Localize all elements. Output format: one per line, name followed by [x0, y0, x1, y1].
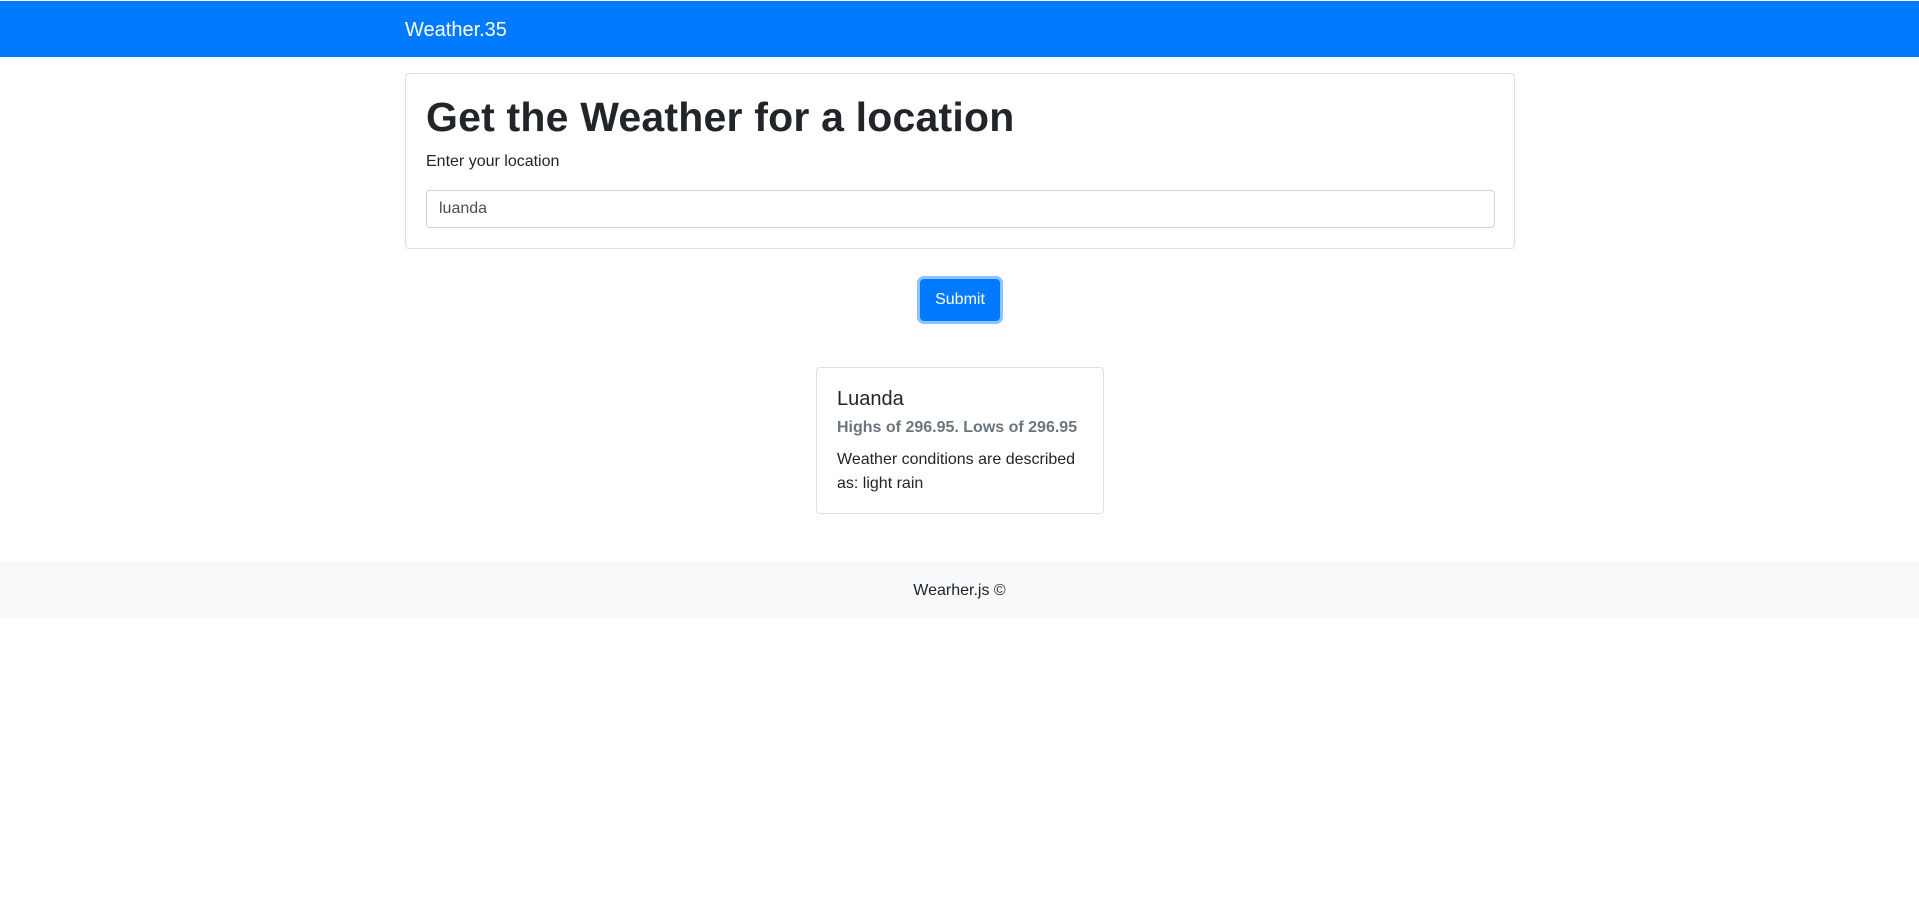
- footer-text: Wearher.js ©: [913, 582, 1006, 599]
- weather-result-card: Luanda Highs of 296.95. Lows of 296.95 W…: [816, 367, 1104, 514]
- weather-description: Weather conditions are described as: lig…: [837, 451, 1076, 492]
- brand-link[interactable]: Weather.35: [405, 1, 507, 57]
- temperature-range: Highs of 296.95. Lows of 296.95: [837, 419, 1078, 436]
- page-title: Get the Weather for a location: [426, 94, 1015, 140]
- footer: Wearher.js ©: [0, 562, 1919, 618]
- location-input[interactable]: [426, 190, 1495, 228]
- top-navbar: Weather.35: [0, 1, 1919, 57]
- city-name: Luanda: [837, 388, 904, 410]
- submit-button[interactable]: Submit: [920, 279, 1000, 321]
- location-label: Enter your location: [426, 153, 560, 170]
- location-form-card: Get the Weather for a location Enter you…: [405, 73, 1515, 249]
